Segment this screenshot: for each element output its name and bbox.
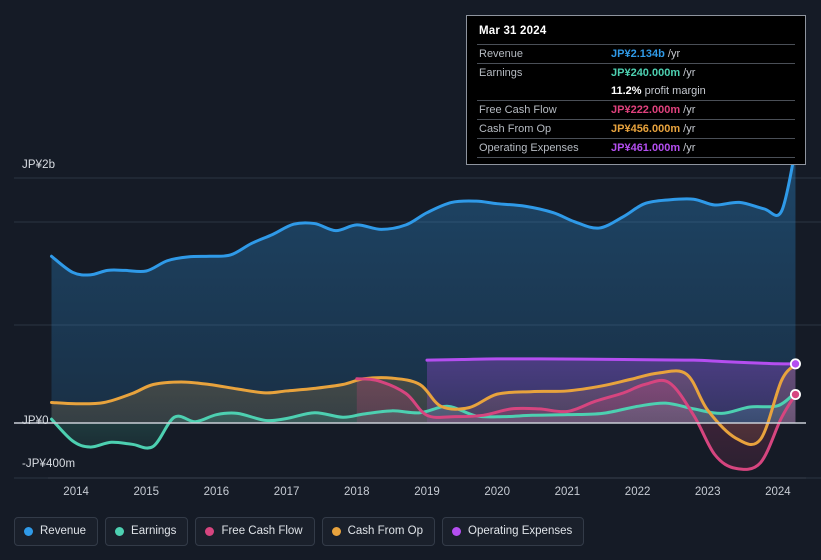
tooltip-row-value: JP¥222.000m /yr bbox=[609, 100, 795, 120]
tooltip-row-label: Earnings bbox=[477, 63, 609, 82]
legend-item-operating-expenses[interactable]: Operating Expenses bbox=[442, 517, 585, 546]
tooltip-row: Free Cash Flow JP¥222.000m /yr bbox=[477, 100, 795, 120]
legend-item-earnings[interactable]: Earnings bbox=[105, 517, 189, 546]
legend-item-label: Earnings bbox=[131, 525, 177, 537]
legend-color-dot-icon bbox=[24, 527, 33, 536]
y-tick-label-bottom: -JP¥400m bbox=[22, 458, 76, 470]
legend-item-free-cash-flow[interactable]: Free Cash Flow bbox=[195, 517, 315, 546]
legend-item-label: Free Cash Flow bbox=[221, 525, 303, 537]
tooltip-row-label bbox=[477, 82, 609, 101]
tooltip-row-value: JP¥461.000m /yr bbox=[609, 138, 795, 158]
tooltip-row: 11.2% profit margin bbox=[477, 82, 795, 101]
y-tick-label-top: JP¥2b bbox=[22, 159, 56, 171]
tooltip-row-label: Operating Expenses bbox=[477, 138, 609, 158]
x-tick-label-2016: 2016 bbox=[203, 486, 230, 498]
end-marker-operating-expenses[interactable] bbox=[789, 358, 801, 370]
x-tick-label-2019: 2019 bbox=[414, 486, 440, 498]
tooltip-row-value: JP¥2.134b /yr bbox=[609, 44, 795, 64]
x-tick-label-2021: 2021 bbox=[554, 486, 581, 498]
x-tick-label-2014: 2014 bbox=[63, 486, 89, 498]
tooltip-row-label: Revenue bbox=[477, 44, 609, 64]
legend-color-dot-icon bbox=[331, 527, 341, 536]
x-tick-label-2023: 2023 bbox=[694, 486, 721, 498]
tooltip-row-label: Cash From Op bbox=[477, 119, 609, 139]
legend-item-label: Operating Expenses bbox=[468, 525, 573, 537]
chart-legend: Revenue Earnings Free Cash Flow Cash From O… bbox=[14, 517, 585, 546]
financial-performance-chart: JP¥2b JP¥0 -JP¥400m 2014 2015 2016 2017 2018… bbox=[0, 0, 821, 560]
tooltip-row-label: Free Cash Flow bbox=[477, 100, 609, 120]
tooltip-date: Mar 31 2024 bbox=[479, 25, 547, 37]
tooltip-row-value: JP¥240.000m /yr bbox=[609, 63, 795, 82]
x-tick-label-2024: 2024 bbox=[765, 486, 791, 498]
x-tick-label-2020: 2020 bbox=[484, 486, 510, 498]
tooltip-table: Revenue JP¥2.134b /yr Earnings JP¥240.000m … bbox=[477, 44, 795, 158]
tooltip-row-value: JP¥456.000m /yr bbox=[609, 119, 795, 139]
x-tick-label-2022: 2022 bbox=[624, 486, 651, 498]
x-tick-label-2015: 2015 bbox=[133, 486, 160, 498]
legend-item-cash-from-op[interactable]: Cash From Op bbox=[321, 517, 436, 546]
data-tooltip: Mar 31 2024 Revenue JP¥2.134b /yr Earnings… bbox=[466, 15, 806, 165]
tooltip-row: Earnings JP¥240.000m /yr bbox=[477, 63, 795, 82]
y-tick-label-zero: JP¥0 bbox=[22, 415, 49, 427]
legend-color-dot-icon bbox=[115, 527, 125, 536]
tooltip-row-value: 11.2% profit margin bbox=[611, 85, 706, 97]
end-marker-free-cash-flow[interactable] bbox=[789, 389, 801, 401]
legend-item-label: Cash From Op bbox=[347, 525, 424, 537]
chart-series-group bbox=[50, 160, 797, 471]
legend-color-dot-icon bbox=[452, 527, 462, 536]
x-tick-label-2018: 2018 bbox=[344, 486, 370, 498]
tooltip-row: Operating Expenses JP¥461.000m /yr bbox=[477, 138, 795, 158]
tooltip-row: Revenue JP¥2.134b /yr bbox=[477, 44, 795, 64]
legend-item-label: Revenue bbox=[40, 525, 87, 537]
legend-item-revenue[interactable]: Revenue bbox=[14, 517, 99, 546]
tooltip-row: Cash From Op JP¥456.000m /yr bbox=[477, 119, 795, 139]
x-tick-label-2017: 2017 bbox=[273, 486, 300, 498]
legend-color-dot-icon bbox=[205, 527, 215, 536]
